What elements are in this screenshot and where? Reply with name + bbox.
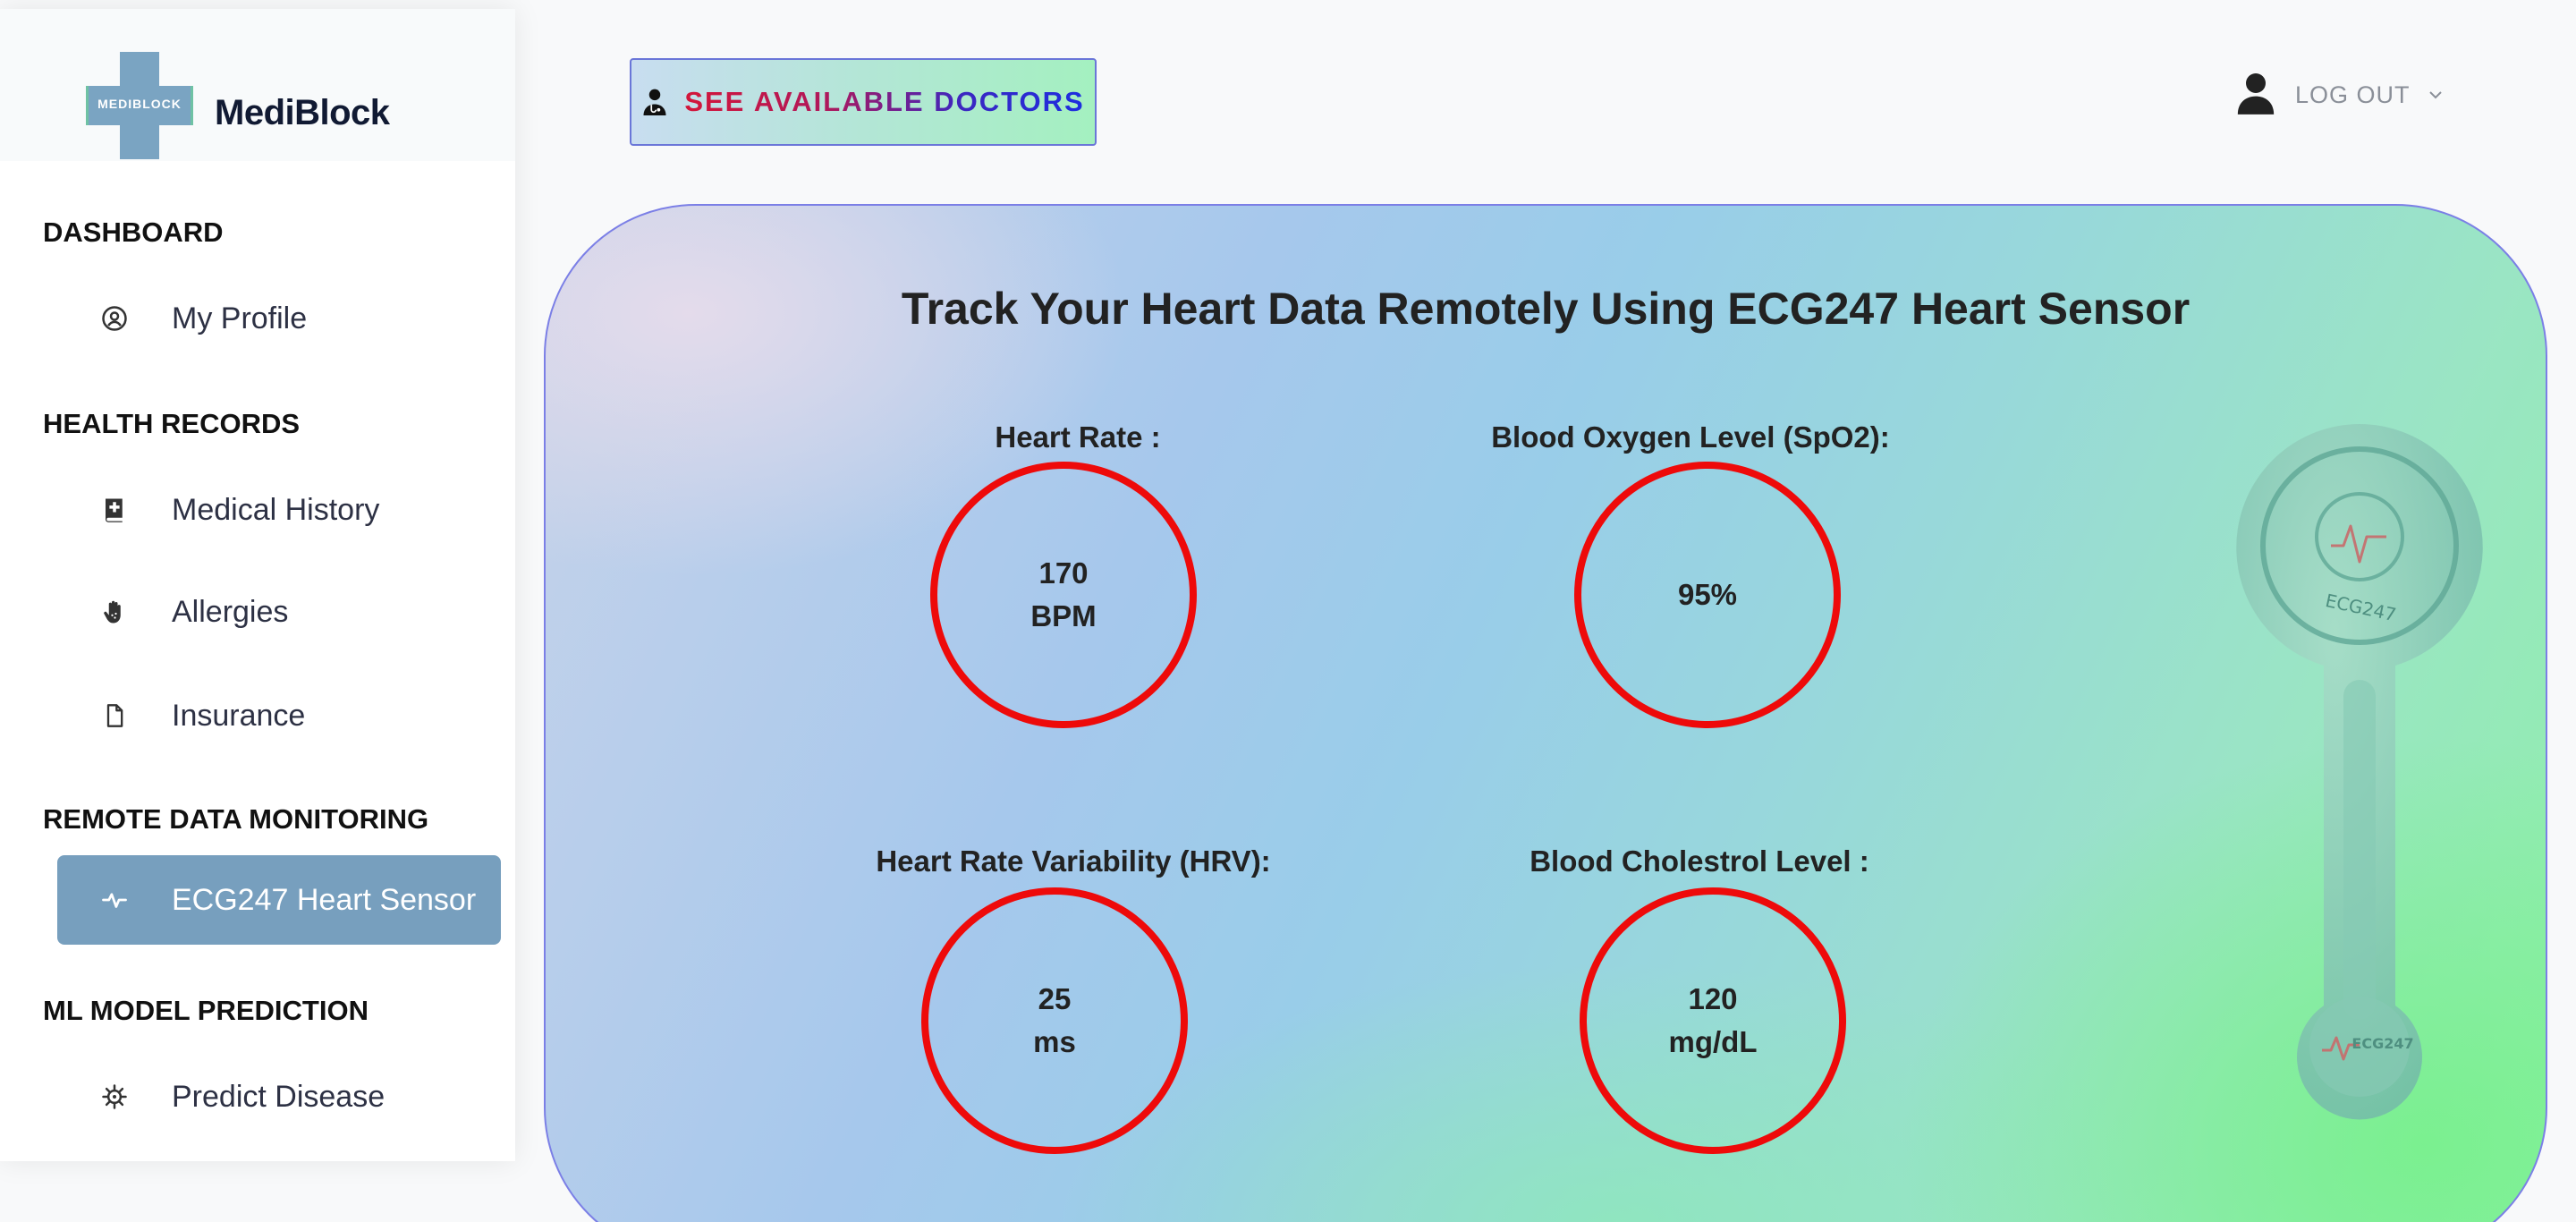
spo2-value: 95% [1677,578,1738,611]
heart-rate-value: 170 [1038,556,1089,590]
sidebar-item-label: Allergies [172,594,289,629]
cholesterol-gauge: 120 mg/dL [1580,887,1846,1154]
cholesterol-label: Blood Cholestrol Level : [1530,844,1869,878]
spo2-gauge: 95% [1574,462,1841,728]
section-title-ml-prediction: ML MODEL PREDICTION [43,995,369,1026]
brand-name: MediBlock [215,93,390,132]
logo: MEDIBLOCK [86,52,193,159]
chevron-down-icon[interactable] [2428,90,2443,99]
hand-icon [57,598,172,625]
hrv-label: Heart Rate Variability (HRV): [876,844,1271,878]
logo-text: MEDIBLOCK [97,97,182,111]
sidebar-item-allergies[interactable]: Allergies [57,567,501,657]
sidebar-item-predict-disease[interactable]: Predict Disease [57,1052,501,1141]
sidebar: MEDIBLOCK MediBlock DASHBOARD My Profile… [0,9,515,1161]
sidebar-item-label: Predict Disease [172,1079,386,1114]
spo2-label: Blood Oxygen Level (SpO2): [1491,420,1890,454]
section-title-dashboard: DASHBOARD [43,216,224,248]
sidebar-item-medical-history[interactable]: Medical History [57,465,501,555]
sidebar-item-ecg247[interactable]: ECG247 Heart Sensor [57,855,501,945]
sidebar-item-insurance[interactable]: Insurance [57,671,501,760]
heart-rate-unit: BPM [1030,599,1097,632]
hrv-unit: ms [1033,1025,1076,1058]
brand[interactable]: MEDIBLOCK MediBlock [0,9,515,161]
cholesterol-unit: mg/dL [1668,1025,1758,1058]
doctor-icon [641,87,668,117]
virus-icon [57,1083,172,1110]
user-menu[interactable]: LOG OUT [2236,70,2443,120]
sidebar-item-label: Insurance [172,698,306,733]
sidebar-item-label: Medical History [172,492,380,527]
sidebar-item-label: My Profile [172,301,308,335]
heart-rate-gauge: 170 BPM [930,462,1197,728]
document-icon [57,703,172,728]
ecg247-sensor-image: ECG247 ECG247 [2236,424,2483,1120]
sidebar-item-my-profile[interactable]: My Profile [57,274,501,363]
heart-data-card: Track Your Heart Data Remotely Using ECG… [544,204,2547,1222]
user-icon [2236,71,2275,119]
sidebar-item-label: ECG247 Heart Sensor [172,882,477,917]
cholesterol-value: 120 [1688,982,1738,1015]
page-title: Track Your Heart Data Remotely Using ECG… [901,284,2190,334]
section-title-remote-monitoring: REMOTE DATA MONITORING [43,803,429,835]
hrv-gauge: 25 ms [921,887,1188,1154]
see-doctors-button[interactable]: SEE AVAILABLE DOCTORS [630,58,1097,146]
heart-rate-label: Heart Rate : [995,420,1161,454]
user-circle-icon [57,305,172,332]
pulse-icon [57,887,172,913]
medical-book-icon [57,496,172,523]
sensor-small-brand: ECG247 [2351,1035,2413,1052]
section-title-health-records: HEALTH RECORDS [43,408,301,439]
see-doctors-label: SEE AVAILABLE DOCTORS [684,86,1085,117]
hrv-value: 25 [1038,982,1072,1015]
logout-label[interactable]: LOG OUT [2295,81,2411,109]
